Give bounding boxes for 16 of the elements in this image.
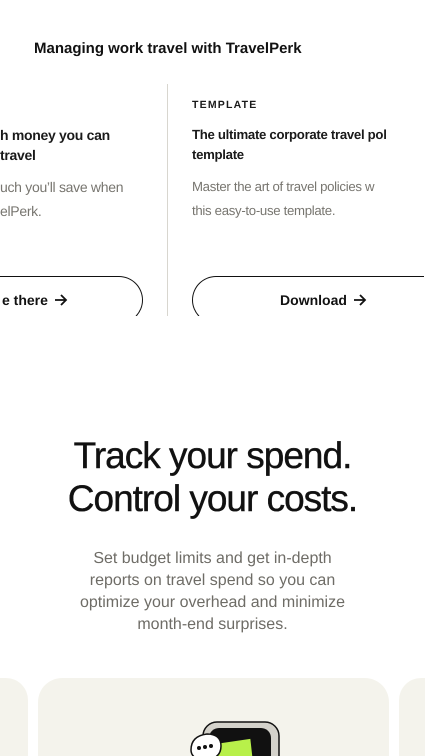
card-description: elPerk.: [0, 202, 42, 221]
description: Set budget limits and get in-depth reports on travel spend so you can optimize your overhead and minimize month-end surprises.: [78, 549, 346, 635]
card-title: The ultimate corporate travel pol: [192, 126, 387, 144]
card-link-button[interactable]: e there: [0, 276, 143, 316]
card-title: h money you can: [0, 126, 110, 145]
card-title: template: [192, 146, 245, 164]
section-title: Managing work travel with TravelPerk: [34, 40, 303, 57]
arrow-right-icon: [54, 293, 68, 307]
arrow-right-icon: [352, 293, 367, 307]
card-description: Master the art of travel policies w: [192, 178, 374, 196]
card-title: travel: [0, 146, 36, 165]
card-description: this easy-to-use template.: [192, 202, 336, 220]
download-button[interactable]: Download: [192, 276, 424, 316]
card-category: TEMPLATE: [192, 99, 258, 111]
headline: Track your spend. Control your costs.: [66, 434, 358, 520]
card-description: uch you’ll save when: [0, 178, 124, 197]
